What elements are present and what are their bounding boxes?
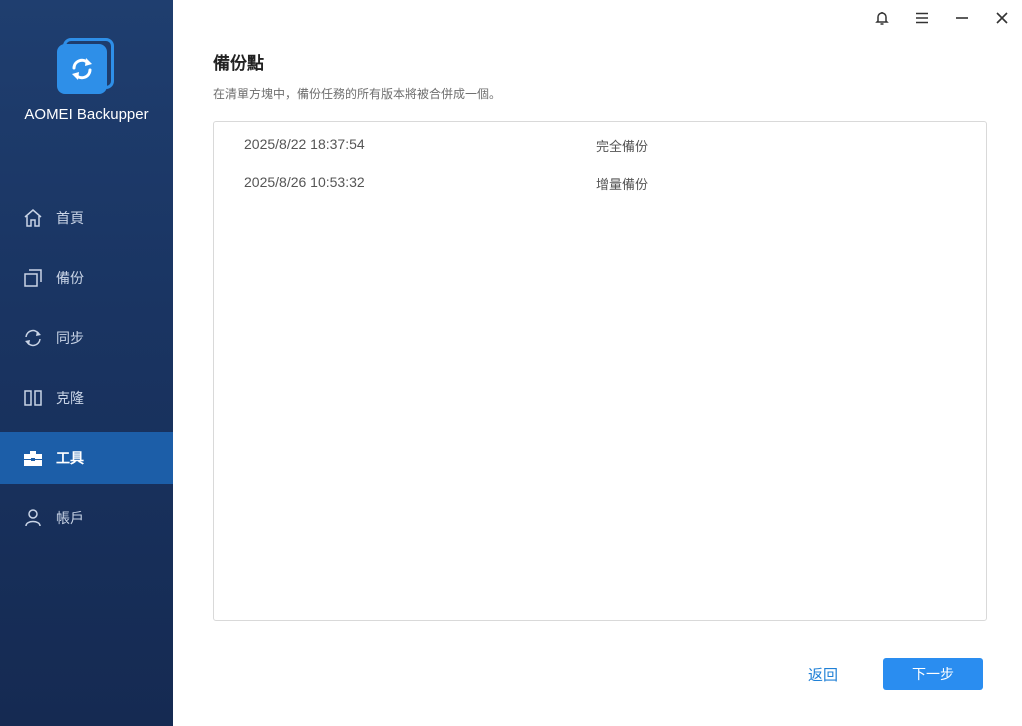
sync-icon bbox=[22, 327, 44, 349]
minimize-icon[interactable] bbox=[949, 6, 975, 30]
sidebar-item-tools[interactable]: 工具 bbox=[0, 432, 173, 484]
sidebar: AOMEI Backupper 首頁 備份 同步 克隆 工具 帳戶 bbox=[0, 0, 173, 726]
backup-time: 2025/8/22 18:37:54 bbox=[244, 136, 365, 152]
sidebar-item-label: 帳戶 bbox=[56, 510, 84, 526]
app-name: AOMEI Backupper bbox=[24, 106, 149, 123]
page-description: 在清單方塊中，備份任務的所有版本將被合併成一個。 bbox=[213, 87, 502, 101]
next-button[interactable]: 下一步 bbox=[883, 658, 983, 690]
sidebar-item-account[interactable]: 帳戶 bbox=[0, 492, 173, 544]
app-logo bbox=[57, 38, 115, 96]
sidebar-item-label: 首頁 bbox=[56, 210, 84, 226]
sidebar-item-sync[interactable]: 同步 bbox=[0, 312, 173, 364]
backup-time: 2025/8/26 10:53:32 bbox=[244, 174, 365, 190]
list-item[interactable]: 2025/8/22 18:37:54 完全備份 bbox=[214, 124, 986, 162]
sidebar-item-label: 克隆 bbox=[56, 390, 84, 406]
sidebar-item-label: 同步 bbox=[56, 330, 84, 346]
back-button[interactable]: 返回 bbox=[793, 658, 853, 690]
sidebar-item-clone[interactable]: 克隆 bbox=[0, 372, 173, 424]
sidebar-item-label: 工具 bbox=[56, 450, 84, 466]
user-icon bbox=[22, 507, 44, 529]
sidebar-item-home[interactable]: 首頁 bbox=[0, 192, 173, 244]
bell-icon[interactable] bbox=[869, 6, 895, 30]
backup-icon bbox=[22, 267, 44, 289]
backup-type: 完全備份 bbox=[596, 139, 649, 154]
close-icon[interactable] bbox=[989, 6, 1015, 30]
sidebar-item-label: 備份 bbox=[56, 270, 84, 286]
list-item[interactable]: 2025/8/26 10:53:32 增量備份 bbox=[214, 162, 986, 200]
toolbox-icon bbox=[22, 447, 44, 469]
clone-icon bbox=[22, 387, 44, 409]
backup-type: 增量備份 bbox=[596, 177, 649, 192]
home-icon bbox=[22, 207, 44, 229]
backup-points-list[interactable]: 2025/8/22 18:37:54 完全備份 2025/8/26 10:53:… bbox=[213, 121, 987, 621]
page-title: 備份點 bbox=[213, 54, 264, 73]
menu-icon[interactable] bbox=[909, 6, 935, 30]
sidebar-item-backup[interactable]: 備份 bbox=[0, 252, 173, 304]
